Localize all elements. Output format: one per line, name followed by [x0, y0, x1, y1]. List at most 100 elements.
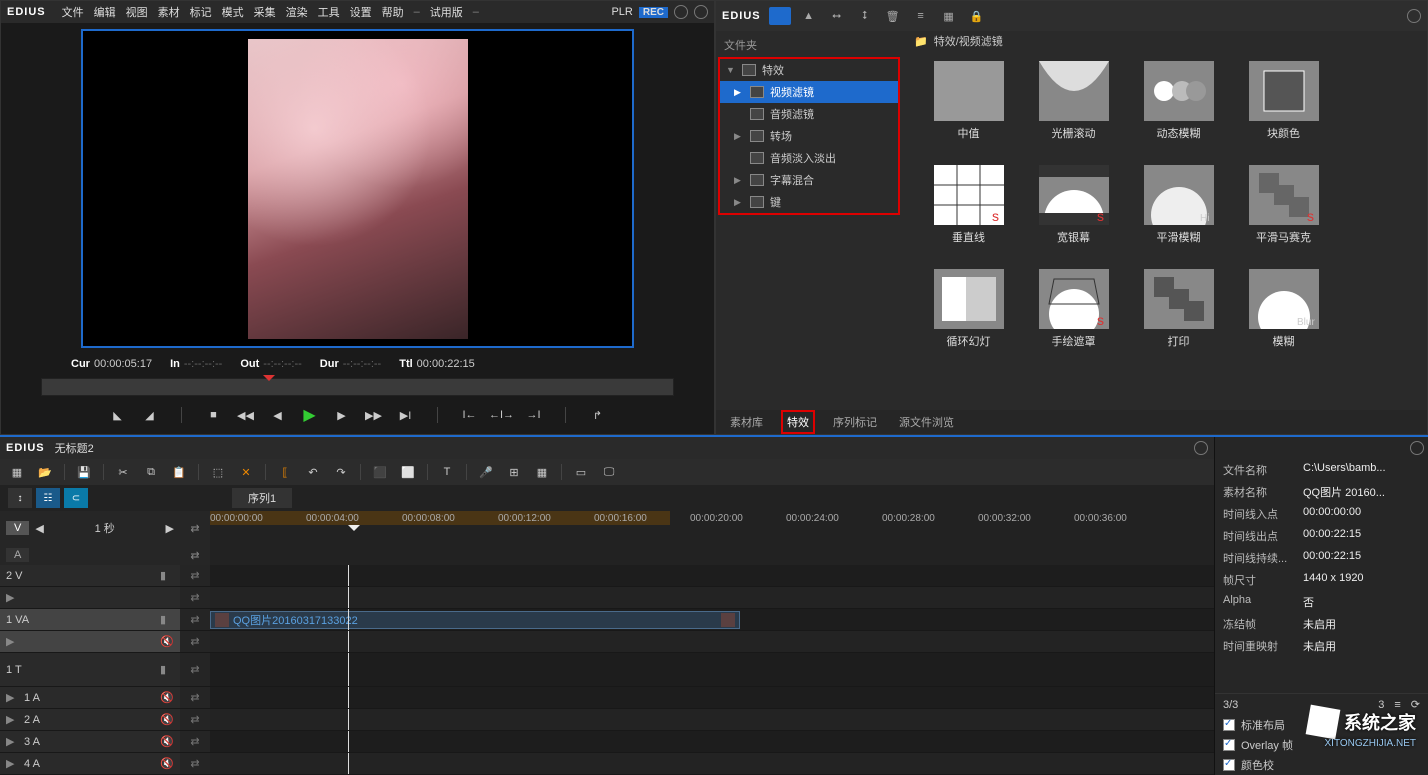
track-2a-lane[interactable] — [210, 709, 1214, 730]
menu-clip[interactable]: 素材 — [158, 4, 180, 20]
mark-out-button[interactable]: ◢ — [139, 406, 161, 424]
menu-file[interactable]: 文件 — [62, 4, 84, 20]
sequence-tab[interactable]: 序列1 — [232, 488, 292, 508]
close-button[interactable] — [694, 5, 708, 19]
tab-browser[interactable]: 源文件浏览 — [895, 412, 958, 432]
minimize-button[interactable] — [674, 5, 688, 19]
tree-item-audio-fade[interactable]: 音频淡入淡出 — [720, 147, 898, 169]
mode-toggle-3[interactable]: ⊂ — [64, 488, 88, 508]
undo-button[interactable]: ↶ — [304, 463, 322, 481]
grid-icon[interactable]: ▦ — [939, 6, 959, 26]
chk-color[interactable]: 颜色校 — [1215, 755, 1428, 775]
fx-item[interactable]: Hi平滑模糊 — [1126, 165, 1231, 265]
tree-item-audio-filter[interactable]: 音频滤镜 — [720, 103, 898, 125]
scrub-bar[interactable] — [41, 378, 674, 396]
mode-toggle-2[interactable]: ☷ — [36, 488, 60, 508]
zoom-level[interactable]: 1 秒 — [50, 520, 160, 536]
fx-close-button[interactable] — [1407, 9, 1421, 23]
fx-item[interactable]: 块颜色 — [1231, 61, 1336, 161]
save-button[interactable]: 💾 — [75, 463, 93, 481]
copy-button[interactable]: ⧉ — [142, 463, 160, 481]
track-4a-header[interactable]: ▶4 A🔇 — [0, 753, 180, 774]
exchange-icon[interactable]: ⇄ — [180, 511, 210, 545]
open-button[interactable]: 📂 — [36, 463, 54, 481]
tree-item-transition[interactable]: ▶转场 — [720, 125, 898, 147]
nav-right-icon[interactable]: ▶ — [166, 522, 174, 535]
fx-item[interactable]: 循环幻灯 — [916, 269, 1021, 369]
trash-icon[interactable]: 🗑 — [883, 6, 903, 26]
title-button[interactable]: T — [438, 463, 456, 481]
menu-view[interactable]: 视图 — [126, 4, 148, 20]
delete-button[interactable]: ✕ — [237, 463, 255, 481]
track-1va-sublane[interactable] — [210, 631, 1214, 652]
fx-item[interactable]: Blur模糊 — [1231, 269, 1336, 369]
mute-icon[interactable]: 🔇 — [160, 713, 174, 726]
paste-button[interactable]: 📋 — [170, 463, 188, 481]
track-1a-header[interactable]: ▶1 A🔇 — [0, 687, 180, 708]
track-2v-sub[interactable]: ▶ — [0, 587, 180, 608]
track-2a-header[interactable]: ▶2 A🔇 — [0, 709, 180, 730]
layout-button[interactable]: ▭ — [572, 463, 590, 481]
stop-button[interactable]: ■ — [203, 406, 225, 424]
cut-button[interactable]: ✂ — [114, 463, 132, 481]
menu-capture[interactable]: 采集 — [254, 4, 276, 20]
menu-mode[interactable]: 模式 — [222, 4, 244, 20]
list-icon[interactable]: ≡ — [911, 6, 931, 26]
tree-root-effects[interactable]: ▼特效 — [720, 59, 898, 81]
in-icon[interactable]: ⭤ — [827, 6, 847, 26]
folder-icon[interactable] — [769, 7, 791, 25]
mute-icon[interactable]: 🔇 — [160, 735, 174, 748]
up-icon[interactable]: ▲ — [799, 6, 819, 26]
fast-forward-button[interactable]: ▶▶ — [363, 406, 385, 424]
tree-item-video-filter[interactable]: ▶视频滤镜 — [720, 81, 898, 103]
insert-button[interactable]: ⬛ — [371, 463, 389, 481]
prev-frame-button[interactable]: ◀ — [267, 406, 289, 424]
mode-toggle-1[interactable]: ↕ — [8, 488, 32, 508]
menu-tool[interactable]: 工具 — [318, 4, 340, 20]
split-button[interactable]: ⟦ — [276, 463, 294, 481]
lock-icon[interactable]: 🔒 — [967, 6, 987, 26]
v-button[interactable]: V — [6, 521, 29, 535]
overwrite-button[interactable]: ⬜ — [399, 463, 417, 481]
tree-item-title-mix[interactable]: ▶字幕混合 — [720, 169, 898, 191]
fx-item[interactable]: 中值 — [916, 61, 1021, 161]
tab-library[interactable]: 素材库 — [726, 412, 767, 432]
goto-cut-button[interactable]: ←I→ — [491, 406, 513, 424]
track-1t-header[interactable]: 1 T▮ — [0, 653, 180, 686]
exchange-icon[interactable]: ⇄ — [180, 545, 210, 565]
nav-left-icon[interactable]: ◀ — [35, 522, 43, 535]
ripple-button[interactable]: ⬚ — [209, 463, 227, 481]
track-1va-sub[interactable]: ▶🔇 — [0, 631, 180, 652]
tab-markers[interactable]: 序列标记 — [829, 412, 881, 432]
track-3a-header[interactable]: ▶3 A🔇 — [0, 731, 180, 752]
play-button[interactable]: ▶ — [299, 406, 321, 424]
menu-setting[interactable]: 设置 — [350, 4, 372, 20]
time-ruler[interactable]: 00:00:00:0000:00:04:0000:00:08:0000:00:1… — [210, 511, 1214, 545]
track-2v-sublane[interactable] — [210, 587, 1214, 608]
track-1va-lane[interactable]: QQ图片20160317133022 — [210, 609, 1214, 630]
monitor-button[interactable]: 🖵 — [600, 463, 618, 481]
vscope-button[interactable]: ⊞ — [505, 463, 523, 481]
goto-out-button[interactable]: →I — [523, 406, 545, 424]
mute-icon[interactable]: 🔇 — [160, 757, 174, 770]
new-button[interactable]: ▦ — [8, 463, 26, 481]
track-4a-lane[interactable] — [210, 753, 1214, 774]
out-icon[interactable]: ⭥ — [855, 6, 875, 26]
track-3a-lane[interactable] — [210, 731, 1214, 752]
next-frame-button[interactable]: ▶ — [331, 406, 353, 424]
fx-item[interactable]: 打印 — [1126, 269, 1231, 369]
tl-close-button[interactable] — [1194, 441, 1208, 455]
fx-item[interactable]: s平滑马赛克 — [1231, 165, 1336, 265]
loop-button[interactable]: ▶I — [395, 406, 417, 424]
menu-edit[interactable]: 编辑 — [94, 4, 116, 20]
mute-icon[interactable]: 🔇 — [160, 635, 174, 648]
multicam-button[interactable]: ▦ — [533, 463, 551, 481]
mark-in-button[interactable]: ◣ — [107, 406, 129, 424]
fx-item[interactable]: s宽银幕 — [1021, 165, 1126, 265]
goto-in-button[interactable]: I← — [459, 406, 481, 424]
track-1va-header[interactable]: 1 VA▮ — [0, 609, 180, 630]
tree-item-key[interactable]: ▶键 — [720, 191, 898, 213]
menu-marker[interactable]: 标记 — [190, 4, 212, 20]
clip-item[interactable]: QQ图片20160317133022 — [210, 611, 740, 629]
track-2v-lane[interactable] — [210, 565, 1214, 586]
